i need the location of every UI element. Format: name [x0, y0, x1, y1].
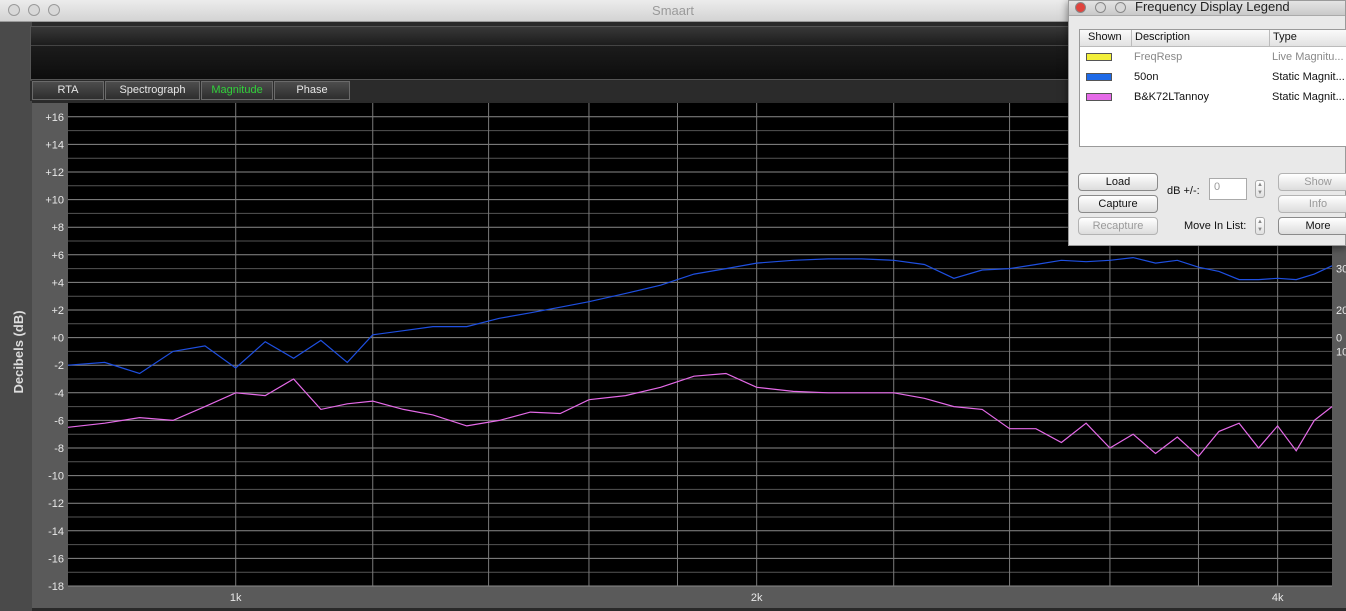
- trace-description: FreqResp: [1134, 51, 1183, 63]
- y-tick-label: +2: [51, 305, 64, 317]
- y-tick-label: -14: [48, 526, 64, 538]
- column-type[interactable]: Type: [1273, 31, 1297, 43]
- right-axis-tick-label: 10: [1336, 346, 1346, 358]
- more-button[interactable]: More: [1278, 217, 1346, 235]
- y-tick-label: -10: [48, 471, 64, 483]
- move-in-list-label: Move In List:: [1184, 220, 1247, 232]
- y-tick-label: +6: [51, 250, 64, 262]
- trace-type: Static Magnit...: [1272, 71, 1345, 83]
- trace-description: B&K72LTannoy: [1134, 91, 1210, 103]
- right-axis-tick-label: 0: [1336, 333, 1342, 345]
- y-tick-label: -6: [54, 415, 64, 427]
- right-axis-tick-label: 20: [1336, 305, 1346, 317]
- trace-type: Static Magnit...: [1272, 91, 1345, 103]
- info-button[interactable]: Info: [1278, 195, 1346, 213]
- y-tick-label: -4: [54, 388, 64, 400]
- legend-zoom-icon[interactable]: [1115, 2, 1126, 13]
- column-description[interactable]: Description: [1135, 31, 1190, 43]
- db-offset-input[interactable]: 0: [1209, 178, 1247, 200]
- legend-table: Shown Description Type FreqResp Live Mag…: [1079, 29, 1346, 147]
- x-tick-label: 1k: [230, 592, 242, 604]
- y-axis-label: Decibels (dB): [11, 310, 26, 393]
- recapture-button[interactable]: Recapture: [1078, 217, 1158, 235]
- legend-close-icon[interactable]: [1075, 2, 1086, 13]
- move-in-list-stepper[interactable]: ▲ ▼: [1255, 217, 1265, 235]
- y-tick-label: +8: [51, 222, 64, 234]
- show-button[interactable]: Show: [1278, 173, 1346, 191]
- db-offset-label: dB +/-:: [1167, 185, 1200, 197]
- legend-minimize-icon[interactable]: [1095, 2, 1106, 13]
- legend-row-freqresp[interactable]: FreqResp Live Magnitu...: [1080, 48, 1346, 68]
- y-tick-label: -8: [54, 443, 64, 455]
- legend-table-header: Shown Description Type: [1080, 30, 1346, 47]
- y-tick-label: -16: [48, 553, 64, 565]
- legend-row-50on[interactable]: 50on Static Magnit...: [1080, 68, 1346, 88]
- trace-swatch[interactable]: [1086, 73, 1112, 81]
- right-axis-tick-label: 30: [1336, 264, 1346, 276]
- capture-button[interactable]: Capture: [1078, 195, 1158, 213]
- y-tick-label: -18: [48, 581, 64, 593]
- trace-description: 50on: [1134, 71, 1159, 83]
- trace-swatch[interactable]: [1086, 53, 1112, 61]
- y-tick-label: +16: [45, 112, 64, 124]
- y-tick-label: +10: [45, 195, 64, 207]
- trace-swatch[interactable]: [1086, 93, 1112, 101]
- legend-titlebar: Frequency Display Legend: [1069, 0, 1345, 16]
- legend-title: Frequency Display Legend: [1135, 0, 1290, 14]
- y-tick-label: +4: [51, 277, 64, 289]
- x-tick-label: 2k: [751, 592, 763, 604]
- column-shown[interactable]: Shown: [1088, 31, 1122, 43]
- y-tick-label: -12: [48, 498, 64, 510]
- y-tick-label: -2: [54, 360, 64, 372]
- db-offset-stepper[interactable]: ▲ ▼: [1255, 180, 1265, 198]
- x-tick-label: 4k: [1272, 592, 1284, 604]
- y-tick-label: +12: [45, 167, 64, 179]
- y-tick-label: +0: [51, 333, 64, 345]
- legend-row-bk72ltannoy[interactable]: B&K72LTannoy Static Magnit...: [1080, 88, 1346, 108]
- trace-type: Live Magnitu...: [1272, 51, 1344, 63]
- y-tick-label: +14: [45, 139, 64, 151]
- frequency-display-legend: Frequency Display Legend Shown Descripti…: [1068, 0, 1346, 246]
- load-button[interactable]: Load: [1078, 173, 1158, 191]
